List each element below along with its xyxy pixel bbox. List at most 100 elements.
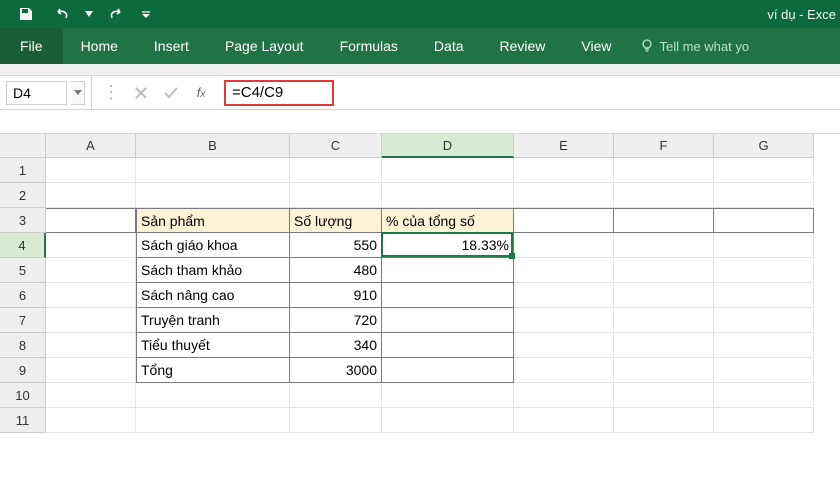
insert-function-button[interactable]: fx (186, 76, 216, 110)
cell-G4[interactable] (714, 233, 814, 258)
row-header-9[interactable]: 9 (0, 358, 46, 383)
cell-F2[interactable] (614, 183, 714, 208)
cell-D8[interactable] (382, 333, 514, 358)
tab-file[interactable]: File (0, 28, 63, 64)
cell-F9[interactable] (614, 358, 714, 383)
cell-B2[interactable] (136, 183, 290, 208)
cell-E2[interactable] (514, 183, 614, 208)
row-header-3[interactable]: 3 (0, 208, 46, 233)
cell-G6[interactable] (714, 283, 814, 308)
qat-customize[interactable] (134, 0, 158, 28)
row-header-1[interactable]: 1 (0, 158, 46, 183)
cell-C3[interactable]: Số lượng (290, 208, 382, 233)
tab-formulas[interactable]: Formulas (322, 28, 416, 64)
cell-E5[interactable] (514, 258, 614, 283)
cell-F10[interactable] (614, 383, 714, 408)
tab-view[interactable]: View (563, 28, 629, 64)
undo-dropdown[interactable] (80, 0, 98, 28)
cell-A3[interactable] (46, 208, 136, 233)
cell-D2[interactable] (382, 183, 514, 208)
cell-G11[interactable] (714, 408, 814, 433)
cell-A11[interactable] (46, 408, 136, 433)
cell-B7[interactable]: Truyện tranh (136, 308, 290, 333)
spreadsheet[interactable]: ABCDEFG 123Sản phẩmSố lượng% của tổng số… (0, 134, 840, 158)
formula-input[interactable]: =C4/C9 (224, 80, 334, 106)
cell-B10[interactable] (136, 383, 290, 408)
tab-page-layout[interactable]: Page Layout (207, 28, 322, 64)
undo-button[interactable] (44, 0, 80, 28)
cell-B5[interactable]: Sách tham khảo (136, 258, 290, 283)
cell-A8[interactable] (46, 333, 136, 358)
cell-F4[interactable] (614, 233, 714, 258)
cell-F5[interactable] (614, 258, 714, 283)
cell-B3[interactable]: Sản phẩm (136, 208, 290, 233)
cell-A4[interactable] (46, 233, 136, 258)
cell-G1[interactable] (714, 158, 814, 183)
tab-insert[interactable]: Insert (136, 28, 207, 64)
cell-G3[interactable] (714, 208, 814, 233)
cell-B11[interactable] (136, 408, 290, 433)
cell-B6[interactable]: Sách nâng cao (136, 283, 290, 308)
cell-D1[interactable] (382, 158, 514, 183)
row-header-10[interactable]: 10 (0, 383, 46, 408)
cell-G9[interactable] (714, 358, 814, 383)
cell-E10[interactable] (514, 383, 614, 408)
cell-A10[interactable] (46, 383, 136, 408)
cell-D9[interactable] (382, 358, 514, 383)
cell-C2[interactable] (290, 183, 382, 208)
cell-A1[interactable] (46, 158, 136, 183)
cell-D4[interactable]: 18.33% (382, 233, 514, 258)
cell-G8[interactable] (714, 333, 814, 358)
tab-review[interactable]: Review (482, 28, 564, 64)
cell-A9[interactable] (46, 358, 136, 383)
cell-B1[interactable] (136, 158, 290, 183)
row-header-7[interactable]: 7 (0, 308, 46, 333)
cell-A6[interactable] (46, 283, 136, 308)
tab-home[interactable]: Home (63, 28, 136, 64)
cell-C6[interactable]: 910 (290, 283, 382, 308)
cell-D3[interactable]: % của tổng số (382, 208, 514, 233)
cell-G2[interactable] (714, 183, 814, 208)
cell-E7[interactable] (514, 308, 614, 333)
cell-C1[interactable] (290, 158, 382, 183)
column-header-E[interactable]: E (514, 134, 614, 158)
cell-D5[interactable] (382, 258, 514, 283)
cell-C11[interactable] (290, 408, 382, 433)
cell-E9[interactable] (514, 358, 614, 383)
column-header-B[interactable]: B (136, 134, 290, 158)
cell-C8[interactable]: 340 (290, 333, 382, 358)
name-box[interactable]: D4 (6, 81, 67, 105)
cell-G5[interactable] (714, 258, 814, 283)
column-header-C[interactable]: C (290, 134, 382, 158)
cell-D6[interactable] (382, 283, 514, 308)
row-header-11[interactable]: 11 (0, 408, 46, 433)
row-header-6[interactable]: 6 (0, 283, 46, 308)
cancel-formula-button[interactable] (126, 76, 156, 110)
cell-D11[interactable] (382, 408, 514, 433)
cell-G7[interactable] (714, 308, 814, 333)
select-all-corner[interactable] (0, 134, 46, 158)
save-button[interactable] (8, 0, 44, 28)
cell-F7[interactable] (614, 308, 714, 333)
cell-E6[interactable] (514, 283, 614, 308)
tell-me-search[interactable]: Tell me what yo (640, 28, 750, 64)
column-header-F[interactable]: F (614, 134, 714, 158)
cell-B4[interactable]: Sách giáo khoa (136, 233, 290, 258)
cell-B9[interactable]: Tổng (136, 358, 290, 383)
name-box-dropdown[interactable] (71, 81, 85, 105)
cell-E4[interactable] (514, 233, 614, 258)
cell-D10[interactable] (382, 383, 514, 408)
redo-button[interactable] (98, 0, 134, 28)
cell-F3[interactable] (614, 208, 714, 233)
column-header-A[interactable]: A (46, 134, 136, 158)
cell-F11[interactable] (614, 408, 714, 433)
cell-E3[interactable] (514, 208, 614, 233)
cell-G10[interactable] (714, 383, 814, 408)
cell-E1[interactable] (514, 158, 614, 183)
row-header-4[interactable]: 4 (0, 233, 46, 258)
cell-C9[interactable]: 3000 (290, 358, 382, 383)
column-header-D[interactable]: D (382, 134, 514, 158)
row-header-8[interactable]: 8 (0, 333, 46, 358)
tab-data[interactable]: Data (416, 28, 482, 64)
cell-C10[interactable] (290, 383, 382, 408)
